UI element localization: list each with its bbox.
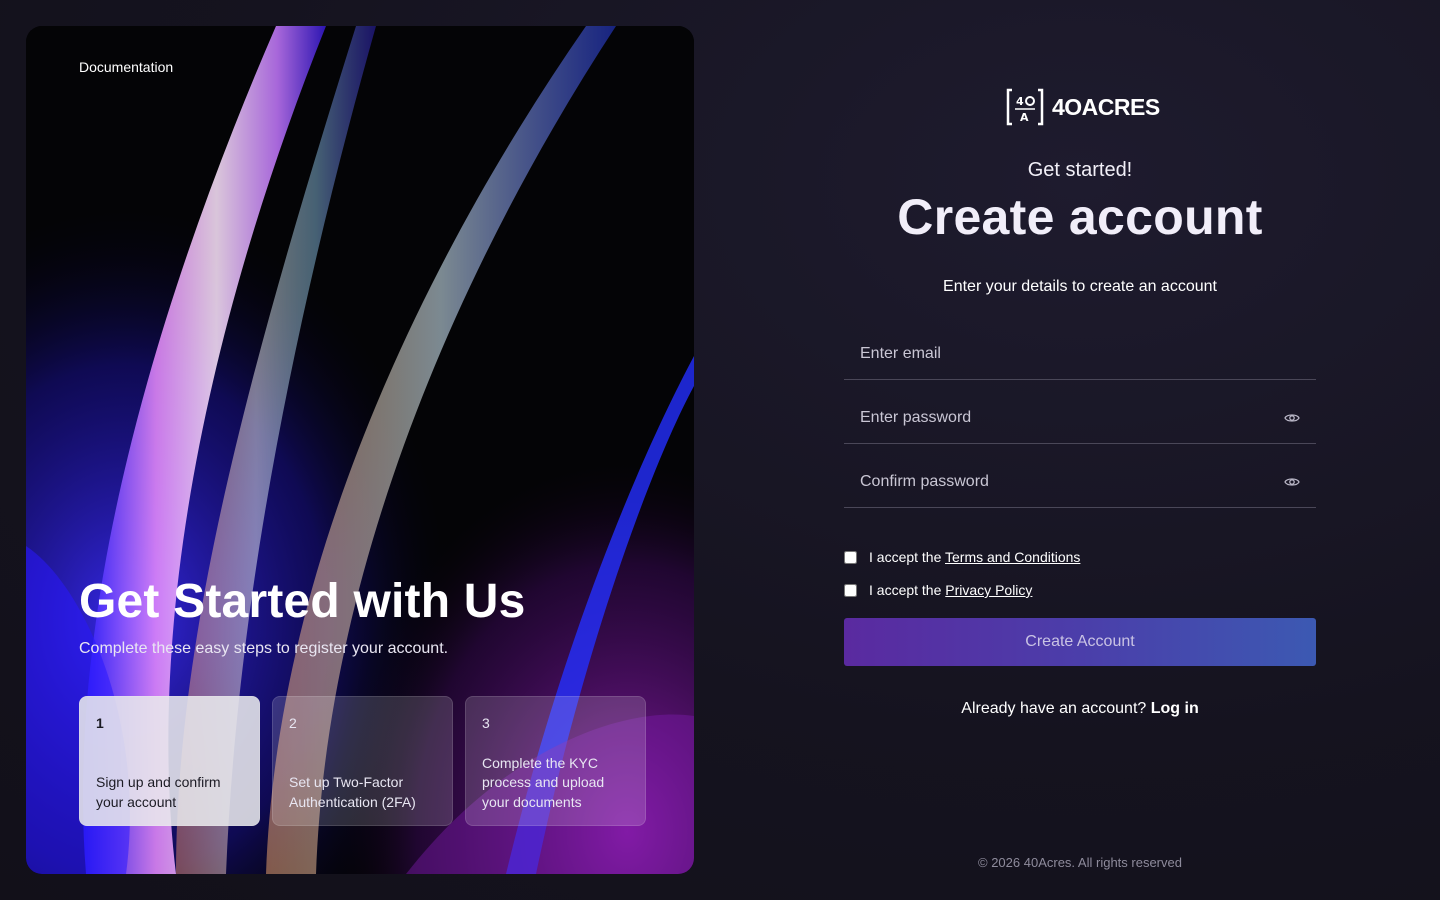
password-field [844,392,1316,444]
signup-form: 4 A 4OACRES Get started! Create account … [844,0,1316,900]
step-description: Complete the KYC process and upload your… [482,754,605,810]
terms-link[interactable]: Terms and Conditions [945,549,1080,565]
hero-title: Get Started with Us [79,575,526,628]
documentation-link[interactable]: Documentation [79,59,173,75]
step-card-2: 2 Set up Two-Factor Authentication (2FA) [272,696,453,826]
privacy-label: I accept the Privacy Policy [869,582,1033,598]
step-card-3: 3 Complete the KYC process and upload yo… [465,696,646,826]
step-description: Set up Two-Factor Authentication (2FA) [289,774,416,810]
logo-wordmark: 4OACRES [1052,93,1160,120]
svg-text:A: A [1020,111,1029,124]
step-card-1: 1 Sign up and confirm your account [79,696,260,826]
terms-checkbox-row: I accept the Terms and Conditions [844,549,1080,565]
create-account-button[interactable]: Create Account [844,618,1316,666]
page-title: Create account [897,189,1263,245]
login-prompt: Already have an account? Log in [961,700,1199,717]
step-number: 3 [482,715,490,731]
password-input[interactable] [844,392,1316,443]
privacy-checkbox-row: I accept the Privacy Policy [844,582,1032,598]
privacy-link[interactable]: Privacy Policy [945,582,1032,598]
form-kicker: Get started! [1027,159,1133,181]
logo-mark-icon: 4 A [1006,88,1044,126]
svg-text:4: 4 [1016,95,1024,108]
terms-checkbox[interactable] [844,550,857,564]
email-field [844,328,1316,380]
hero-subtitle: Complete these easy steps to register yo… [79,640,449,657]
eye-icon[interactable] [1284,410,1300,426]
hero-panel: Documentation Get Started with Us Comple… [26,26,694,874]
onboarding-steps: 1 Sign up and confirm your account 2 Set… [79,696,646,826]
signup-page: Documentation Get Started with Us Comple… [0,0,1440,900]
confirm-password-field [844,456,1316,508]
confirm-password-input[interactable] [844,456,1316,507]
login-link[interactable]: Log in [1151,700,1199,717]
step-number: 2 [289,715,297,731]
terms-label: I accept the Terms and Conditions [869,549,1081,565]
eye-icon[interactable] [1284,474,1300,490]
form-subtitle: Enter your details to create an account [943,278,1217,295]
brand-logo: 4 A 4OACRES [1006,88,1160,126]
copyright-footer: © 2026 40Acres. All rights reserved [978,855,1182,870]
privacy-checkbox[interactable] [844,583,857,597]
step-number: 1 [96,715,104,731]
email-input[interactable] [844,328,1316,379]
step-description: Sign up and confirm your account [96,774,221,810]
